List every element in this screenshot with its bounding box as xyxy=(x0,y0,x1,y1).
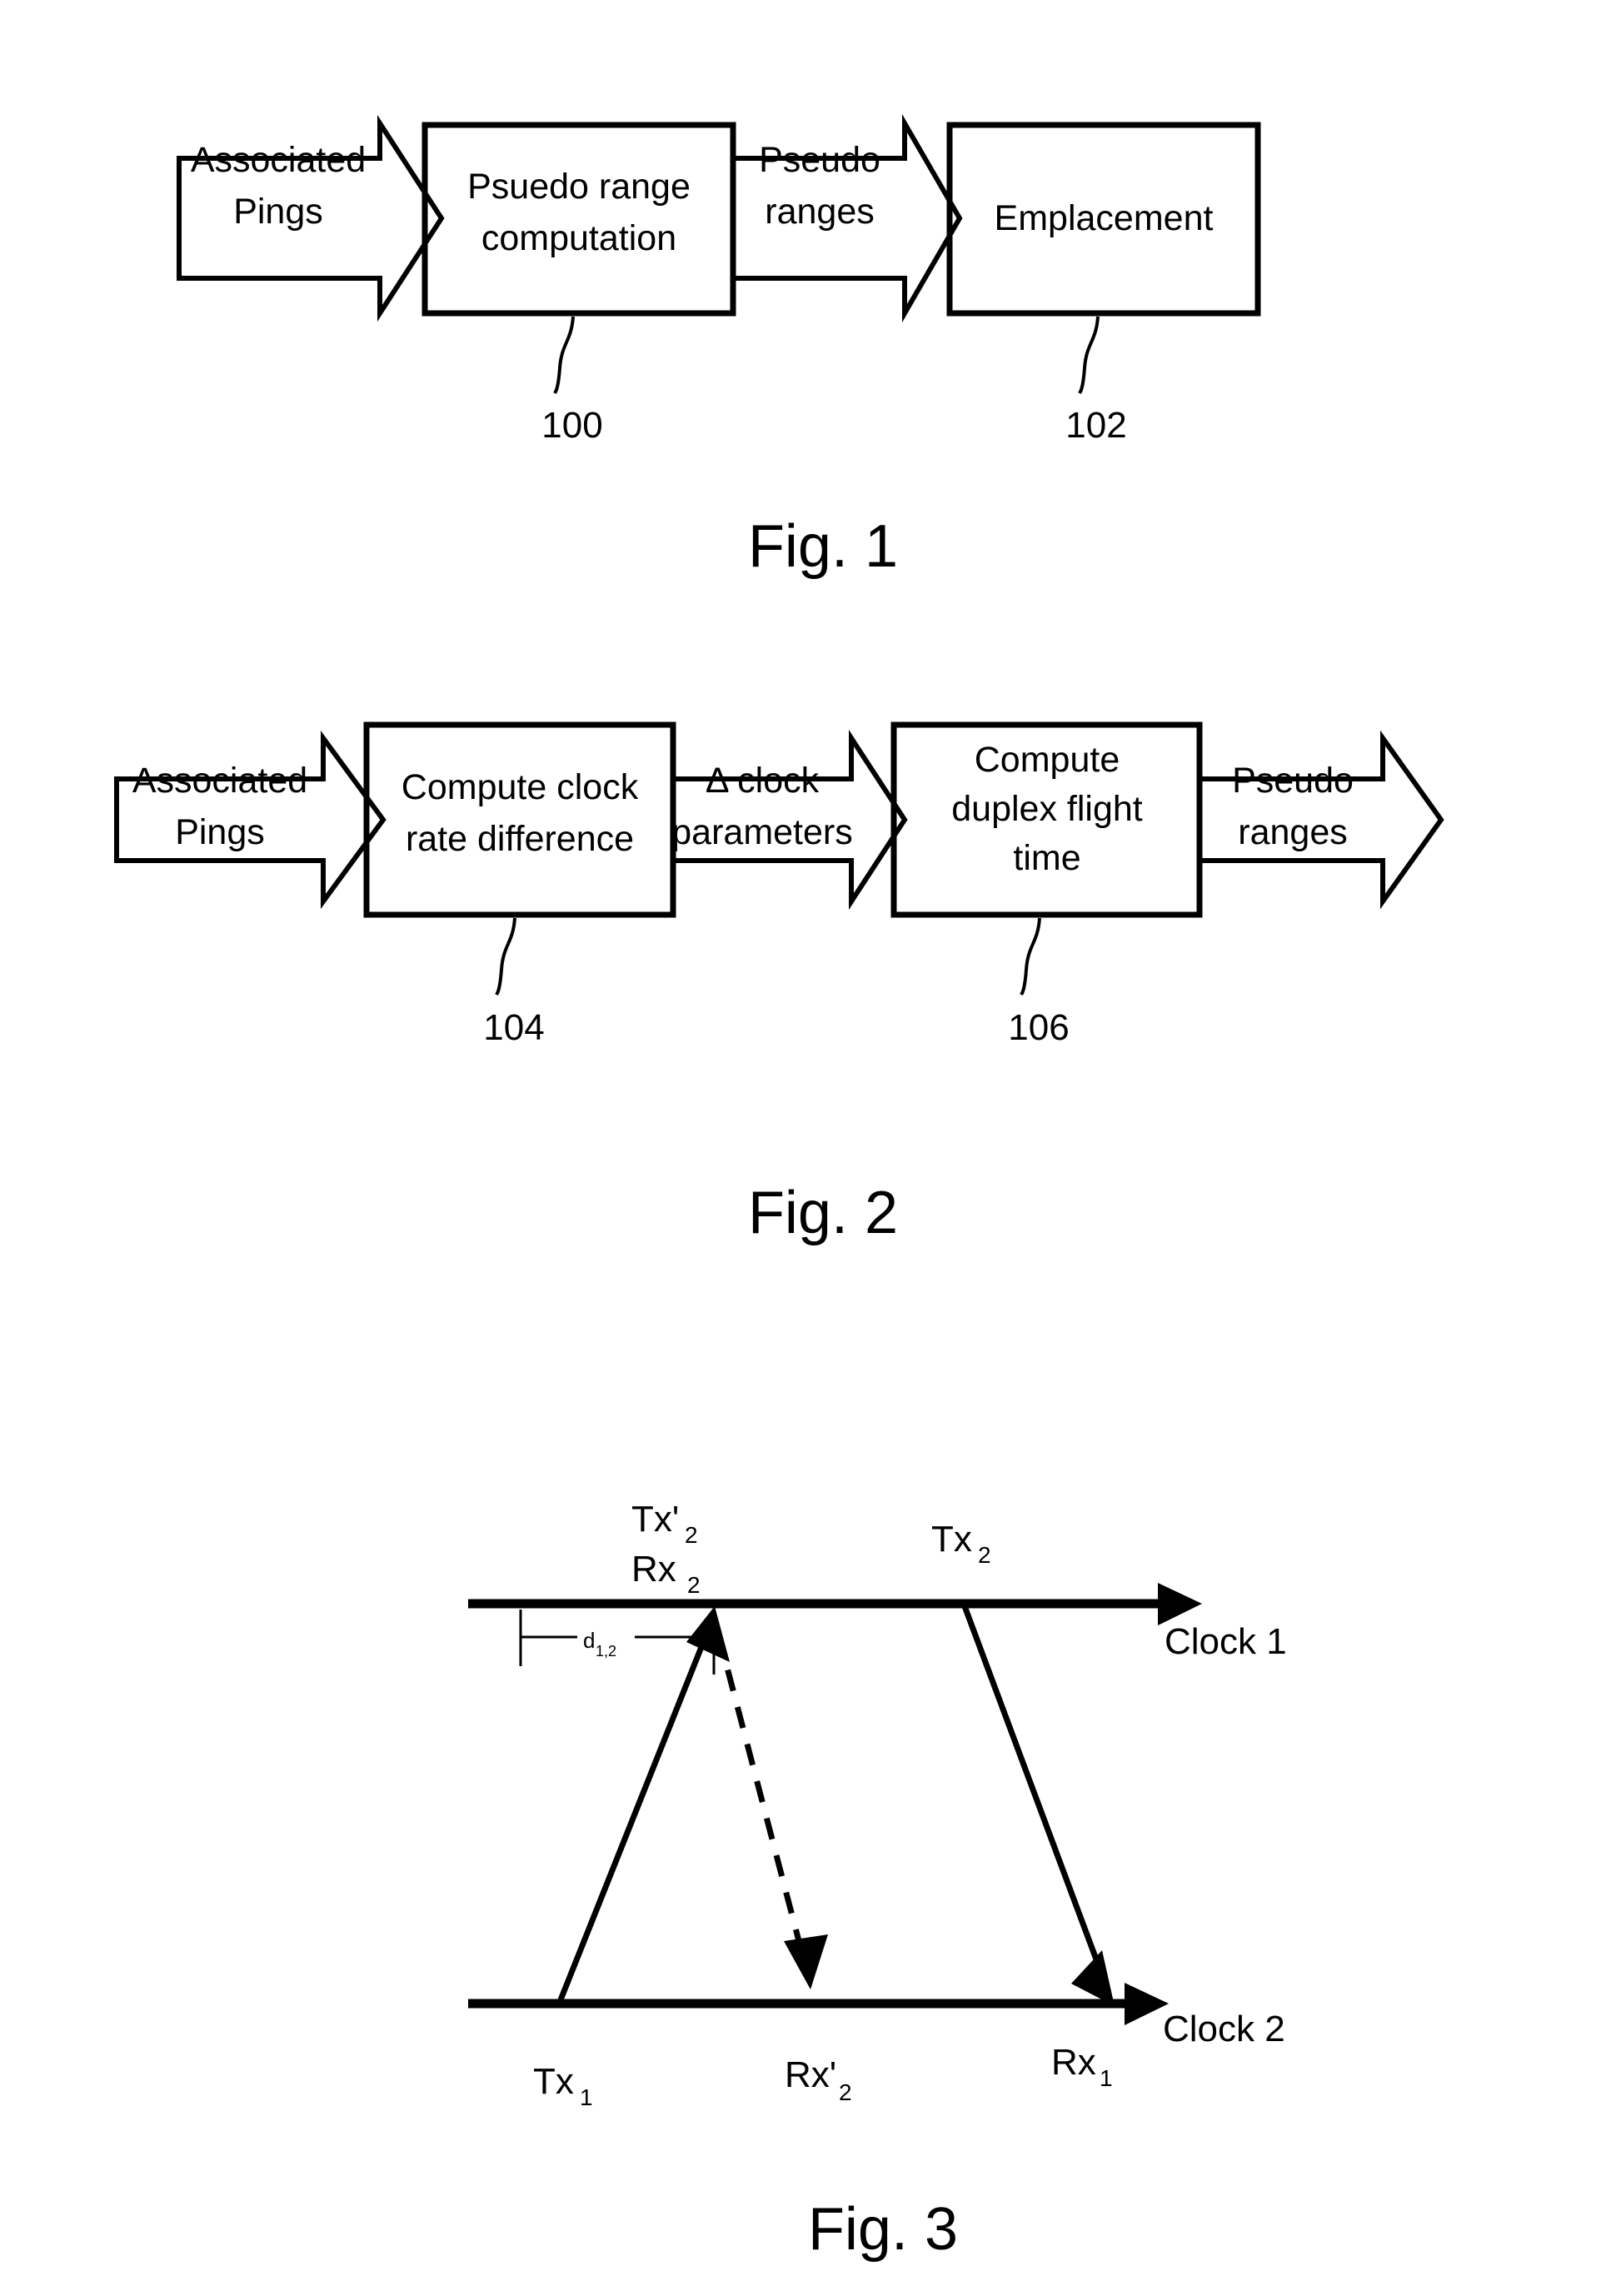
figure-3: Clock 1 Clock 2 d 1,2 Tx' 2 Rx 2 Tx 2 Tx… xyxy=(468,1499,1287,2263)
fig3-dimension-label-base: d xyxy=(583,1628,595,1653)
fig3-caption: Fig. 3 xyxy=(808,2196,958,2263)
fig1-arrow-label-line2: Pings xyxy=(233,192,323,232)
fig1-arrow-label-line1: Associated xyxy=(191,140,366,180)
fig1-caption: Fig. 1 xyxy=(748,513,898,580)
fig1-arrow-associated-pings: Associated Pings xyxy=(177,114,445,322)
fig1-refnum-100: 100 xyxy=(541,405,602,446)
figure-2: Associated Pings Compute clock rate diff… xyxy=(114,721,1444,1246)
fig2-arrow3-label-line1: Pseudo xyxy=(1232,761,1354,801)
fig3-event-rx2prime-sub: 2 xyxy=(839,2079,852,2105)
fig2-arrow1-label-line2: Pings xyxy=(175,812,265,852)
fig2-arrow2-label-line1: Δ clock xyxy=(706,761,820,801)
fig2-refnum-104: 104 xyxy=(483,1007,544,1048)
fig1-arrow-pseudo-ranges: Pseudo ranges xyxy=(733,113,963,323)
fig2-block-104: Compute clock rate difference xyxy=(363,721,676,918)
figures-canvas: Associated Pings Psuedo range computatio… xyxy=(114,113,1444,2263)
fig2-arrow2-label-line2: parameters xyxy=(671,812,852,852)
fig2-block-104-label-line1: Compute clock xyxy=(402,767,639,807)
fig1-reference-102: 102 xyxy=(1065,316,1127,446)
fig1-block-100-label-line1: Psuedo range xyxy=(467,167,691,207)
fig2-arrow-pseudo-ranges: Pseudo ranges xyxy=(1200,730,1444,910)
fig1-arrow2-label-line2: ranges xyxy=(765,192,874,232)
fig2-reference-106: 106 xyxy=(1008,917,1070,1048)
fig3-event-label-rx1: Rx 1 xyxy=(1051,2042,1113,2091)
fig1-block-100: Psuedo range computation xyxy=(421,122,736,317)
fig3-ray-tx1-to-rx2 xyxy=(556,1606,730,2004)
fig1-arrow2-label-line1: Pseudo xyxy=(759,140,880,180)
fig3-event-tx1-sub: 1 xyxy=(580,2084,593,2110)
fig3-event-rx2prime-base: Rx' xyxy=(785,2054,836,2095)
fig1-block-100-label-line2: computation xyxy=(481,218,676,258)
fig3-axis-clock2-label: Clock 2 xyxy=(1163,2009,1285,2049)
patent-drawing-sheet: Associated Pings Psuedo range computatio… xyxy=(0,0,1621,2296)
figure-1: Associated Pings Psuedo range computatio… xyxy=(177,113,1261,580)
fig1-refnum-102: 102 xyxy=(1065,405,1126,446)
fig3-ray-tx2-to-rx1 xyxy=(961,1605,1115,2006)
fig3-event-tx1-base: Tx xyxy=(533,2061,574,2102)
fig3-dimension-d12: d 1,2 xyxy=(519,1610,716,1675)
fig3-event-tx2prime-base: Tx' xyxy=(631,1499,679,1540)
fig3-event-label-tx2prime: Tx' 2 xyxy=(631,1499,698,1548)
fig2-block-106: Compute duplex flight time xyxy=(890,721,1203,918)
fig3-axis-clock1-label: Clock 1 xyxy=(1165,1621,1287,1662)
fig3-event-rx1-sub: 1 xyxy=(1100,2065,1113,2091)
fig2-arrow3-label-line2: ranges xyxy=(1238,812,1347,852)
fig2-block-106-label-line2: duplex flight xyxy=(951,789,1143,829)
fig2-block-106-label-line1: Compute xyxy=(975,740,1120,780)
fig3-event-rx2-sub: 2 xyxy=(687,1572,701,1598)
fig2-caption: Fig. 2 xyxy=(748,1180,898,1246)
fig2-arrow-associated-pings: Associated Pings xyxy=(114,730,387,910)
fig3-dimension-label-sub: 1,2 xyxy=(596,1643,616,1660)
fig1-reference-100: 100 xyxy=(541,316,603,446)
fig2-refnum-106: 106 xyxy=(1008,1007,1069,1048)
fig3-event-tx2prime-sub: 2 xyxy=(685,1522,698,1548)
fig3-event-rx2-base: Rx xyxy=(631,1549,676,1590)
fig3-event-tx2-sub: 2 xyxy=(978,1542,991,1568)
fig1-block-102: Emplacement xyxy=(946,122,1261,317)
fig3-event-label-rx2: Rx 2 xyxy=(631,1549,701,1598)
fig2-arrow1-label-line1: Associated xyxy=(132,761,307,801)
fig3-event-rx1-base: Rx xyxy=(1051,2042,1096,2083)
fig3-event-label-tx2: Tx 2 xyxy=(931,1519,991,1568)
fig2-block-106-label-line3: time xyxy=(1013,838,1080,878)
fig3-ray-tx2prime-to-rx2prime xyxy=(715,1632,828,1989)
fig1-block-102-label: Emplacement xyxy=(995,198,1214,238)
fig3-axis-clock2: Clock 2 xyxy=(468,1983,1285,2049)
fig2-arrow-delta-clock-parameters: Δ clock parameters xyxy=(671,729,908,911)
fig2-block-104-label-line2: rate difference xyxy=(406,819,634,859)
fig2-reference-104: 104 xyxy=(483,917,545,1048)
fig3-event-label-tx1: Tx 1 xyxy=(533,2061,593,2110)
fig3-event-tx2-base: Tx xyxy=(931,1519,972,1560)
fig3-event-label-rx2prime: Rx' 2 xyxy=(785,2054,852,2105)
